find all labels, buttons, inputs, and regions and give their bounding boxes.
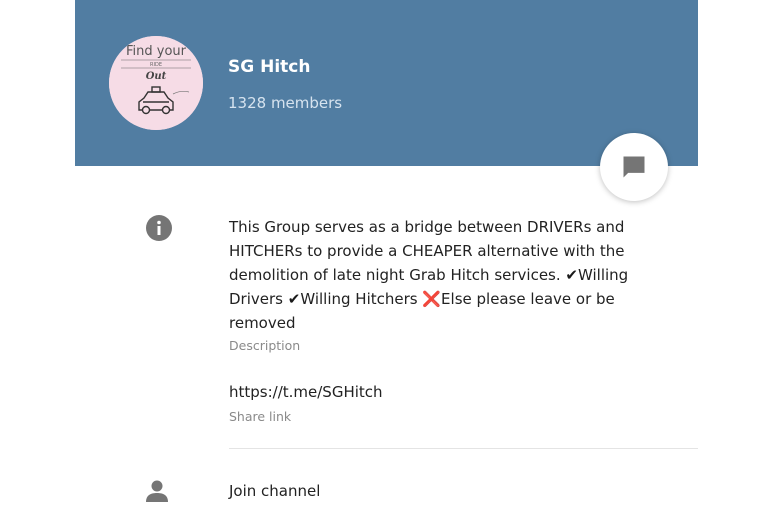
divider [229, 448, 698, 449]
message-button[interactable] [600, 133, 668, 201]
share-link[interactable]: https://t.me/SGHitch [229, 383, 383, 401]
message-icon [623, 156, 645, 178]
avatar-text-line3: Out [146, 71, 167, 82]
share-link-label: Share link [229, 409, 292, 424]
cross-mark-icon: ❌ [422, 290, 442, 308]
avatar-text-line1: Find your [126, 44, 187, 59]
avatar-text-line2: RIDE [150, 62, 162, 68]
group-description: This Group serves as a bridge between DR… [229, 215, 644, 335]
check-mark-icon: ✔ [287, 290, 301, 308]
group-title: SG Hitch [228, 57, 311, 77]
description-label: Description [229, 338, 301, 353]
member-count: 1328 members [228, 94, 343, 112]
group-header: Find your RIDE Out SG Hitch 1328 members [75, 0, 698, 166]
person-icon [144, 478, 170, 508]
info-icon [145, 214, 173, 246]
group-avatar: Find your RIDE Out [109, 36, 203, 130]
join-channel-button[interactable]: Join channel [229, 482, 320, 500]
description-text: Willing Hitchers [300, 290, 423, 308]
avatar-image: Find your RIDE Out [109, 36, 203, 130]
check-mark-icon: ✔ [565, 266, 578, 284]
